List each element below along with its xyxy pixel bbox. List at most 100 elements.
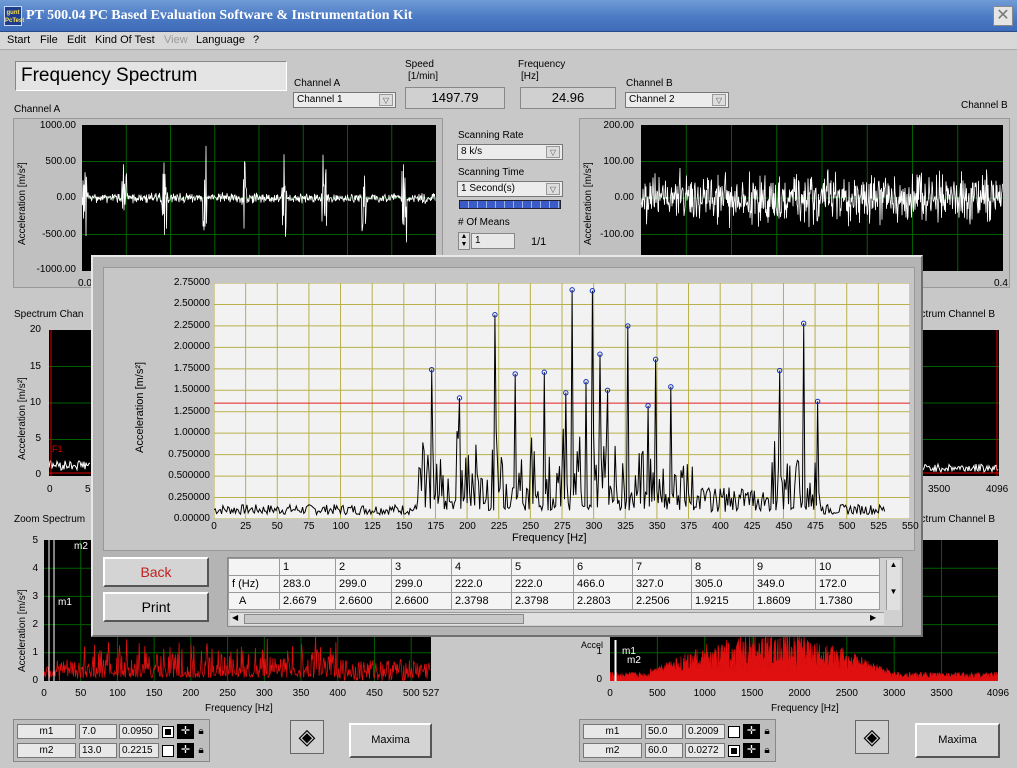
x-tick: 0.4 xyxy=(994,278,1008,289)
lock-icon[interactable]: 🔒︎ xyxy=(762,724,772,739)
window-title: PT 500.04 PC Based Evaluation Software &… xyxy=(26,8,413,23)
y-tick: -500.00 xyxy=(42,229,76,240)
x-tick: 100 xyxy=(109,688,126,699)
y-tick: 0.00 xyxy=(614,192,634,203)
cursor-style-icon[interactable] xyxy=(728,726,740,738)
cursor-m2-name: m2 xyxy=(583,743,642,758)
scan-rate-select[interactable]: 8 k/s ▽ xyxy=(457,144,563,160)
x-tick: 3500 xyxy=(930,688,953,699)
cursor-style-icon[interactable] xyxy=(728,745,740,757)
y-tick: 0.00 xyxy=(56,192,76,203)
y-tick: 3 xyxy=(32,591,38,602)
cursor-m2-y[interactable]: 0.2215 xyxy=(119,743,159,758)
y-tick: 10 xyxy=(29,397,41,408)
spectrum-a-title: Spectrum Chan xyxy=(14,309,84,320)
frequency-display: 24.96 xyxy=(520,87,616,109)
cursor-move-icon[interactable]: ◈ xyxy=(290,720,324,754)
cursor-style-icon[interactable] xyxy=(162,726,174,738)
cursor-style-icon[interactable] xyxy=(162,745,174,757)
lock-icon[interactable]: 🔒︎ xyxy=(762,743,772,758)
spectrum-a-ylabel: Acceleration [m/s²] xyxy=(17,377,28,460)
menu-view[interactable]: View xyxy=(164,34,188,46)
table-row: A 2.6679 2.6600 2.6600 2.3798 2.3798 2.2… xyxy=(228,592,880,610)
scroll-thumb[interactable] xyxy=(244,614,524,624)
means-input[interactable]: 1 xyxy=(471,233,515,249)
chevron-down-icon: ▽ xyxy=(546,146,560,158)
means-stepper[interactable]: ▲ ▼ xyxy=(458,232,470,250)
y-tick: -1000.00 xyxy=(36,264,76,275)
column-header: 6 xyxy=(573,558,633,576)
y-tick: 5 xyxy=(32,535,38,546)
x-tick: 325 xyxy=(617,521,634,532)
x-tick: 1000 xyxy=(693,688,716,699)
column-header: 8 xyxy=(691,558,754,576)
scope-a-title: Channel A xyxy=(14,104,61,115)
crosshair-icon[interactable]: ✛ xyxy=(743,724,760,739)
cursor-move-icon[interactable]: ◈ xyxy=(855,720,889,754)
marker-m1-label: m1 xyxy=(58,597,72,608)
maxima-button-a[interactable]: Maxima xyxy=(349,723,432,758)
lock-icon[interactable]: 🔒︎ xyxy=(196,724,206,739)
scan-time-select[interactable]: 1 Second(s) ▽ xyxy=(457,181,563,197)
y-tick: 200.00 xyxy=(603,120,634,131)
back-button[interactable]: Back xyxy=(103,557,209,587)
menu-file[interactable]: File xyxy=(40,34,58,46)
menu-help[interactable]: ? xyxy=(253,34,259,46)
x-tick: 500 xyxy=(402,688,420,699)
table-vertical-scrollbar[interactable]: ▲ ▼ xyxy=(886,560,900,610)
channel-a-select[interactable]: Channel 1 ▽ xyxy=(293,92,396,108)
menu-start[interactable]: Start xyxy=(7,34,30,46)
page-title: Frequency Spectrum xyxy=(15,61,287,91)
cursor-m1-y[interactable]: 0.2009 xyxy=(685,724,725,739)
crosshair-icon[interactable]: ✛ xyxy=(743,743,760,758)
lock-icon[interactable]: 🔒︎ xyxy=(196,743,206,758)
crosshair-icon[interactable]: ✛ xyxy=(177,743,194,758)
channel-b-select[interactable]: Channel 2 ▽ xyxy=(625,92,729,108)
scope-a-plot xyxy=(82,125,436,271)
frequency-label: Frequency xyxy=(518,59,566,70)
x-tick: 50 xyxy=(271,521,283,532)
scroll-left-icon[interactable]: ◀ xyxy=(232,613,238,622)
menu-kind-of-test[interactable]: Kind Of Test xyxy=(95,34,155,46)
cursor-m2-x[interactable]: 60.0 xyxy=(645,743,683,758)
scan-time-value: 1 Second(s) xyxy=(461,183,515,194)
x-tick: 25 xyxy=(240,521,252,532)
cursor-m2-y[interactable]: 0.0272 xyxy=(685,743,725,758)
table-cell: 2.6600 xyxy=(391,592,452,610)
column-header: 9 xyxy=(753,558,816,576)
x-tick: 425 xyxy=(743,521,761,532)
y-tick: 0.750000 xyxy=(168,448,210,460)
x-tick: 0.0 xyxy=(78,278,92,289)
menu-bar: Start File Edit Kind Of Test View Langua… xyxy=(0,32,1017,50)
x-tick: 3000 xyxy=(883,688,906,699)
print-button[interactable]: Print xyxy=(103,592,209,622)
table-cell: 299.0 xyxy=(335,575,392,593)
y-tick: 2.25000 xyxy=(173,319,210,331)
x-tick: 0 xyxy=(41,688,47,699)
x-tick: 1500 xyxy=(740,688,764,699)
cursor-m1-x[interactable]: 7.0 xyxy=(79,724,117,739)
menu-language[interactable]: Language xyxy=(196,34,245,46)
crosshair-icon[interactable]: ✛ xyxy=(177,724,194,739)
zoom-b-title: ectrum Channel B xyxy=(915,514,996,525)
table-horizontal-scrollbar[interactable]: ◀ ▶ xyxy=(230,612,884,625)
scope-a-ylabel: Acceleration [m/s²] xyxy=(17,162,28,245)
menu-edit[interactable]: Edit xyxy=(67,34,86,46)
y-tick: 2.00000 xyxy=(173,341,210,353)
row-label: A xyxy=(228,592,280,610)
table-cell: 2.2803 xyxy=(573,592,633,610)
maxima-button-b[interactable]: Maxima xyxy=(915,723,1000,758)
cursor-m2-x[interactable]: 13.0 xyxy=(79,743,117,758)
spectrum-series xyxy=(214,289,886,517)
scroll-right-icon[interactable]: ▶ xyxy=(870,613,876,622)
channel-b-value: Channel 2 xyxy=(629,94,675,105)
table-cell: 299.0 xyxy=(391,575,452,593)
y-tick: 0.500000 xyxy=(168,470,210,482)
close-button[interactable]: ✕ xyxy=(993,6,1013,26)
cursor-m1-x[interactable]: 50.0 xyxy=(645,724,683,739)
cursor-m1-y[interactable]: 0.0950 xyxy=(119,724,159,739)
table-cell: 1.9215 xyxy=(691,592,754,610)
channel-a-value: Channel 1 xyxy=(297,94,343,105)
table-cell: 349.0 xyxy=(753,575,816,593)
y-tick: 1000.00 xyxy=(39,120,76,131)
